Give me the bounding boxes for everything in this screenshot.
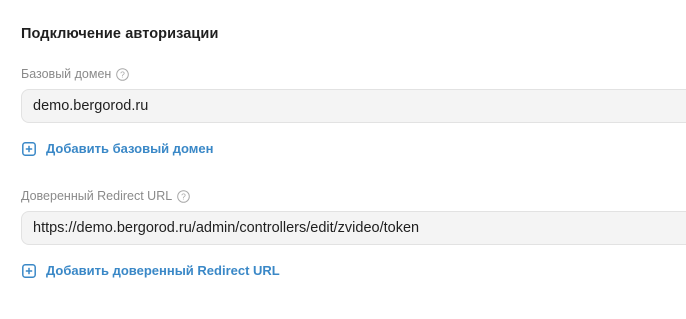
add-base-domain-button[interactable]: Добавить базовый домен <box>22 141 214 156</box>
section-title: Подключение авторизации <box>21 26 219 42</box>
base-domain-input[interactable] <box>33 98 686 114</box>
auth-connection-panel: Подключение авторизации Базовый домен ? … <box>0 0 686 319</box>
plus-square-icon <box>22 141 36 156</box>
redirect-url-label: Доверенный Redirect URL <box>21 189 173 203</box>
redirect-url-field[interactable] <box>21 211 686 245</box>
add-redirect-url-button[interactable]: Добавить доверенный Redirect URL <box>22 263 280 278</box>
base-domain-label-row: Базовый домен ? <box>21 67 130 81</box>
redirect-url-input[interactable] <box>33 220 686 236</box>
svg-text:?: ? <box>181 191 186 201</box>
help-icon[interactable]: ? <box>116 67 130 81</box>
base-domain-field[interactable] <box>21 89 686 123</box>
svg-text:?: ? <box>120 69 125 79</box>
add-base-domain-label: Добавить базовый домен <box>46 141 214 156</box>
plus-square-icon <box>22 263 36 278</box>
help-icon[interactable]: ? <box>177 189 190 203</box>
base-domain-label: Базовый домен <box>21 67 112 81</box>
add-redirect-url-label: Добавить доверенный Redirect URL <box>46 263 280 278</box>
redirect-url-label-row: Доверенный Redirect URL ? <box>21 189 190 203</box>
